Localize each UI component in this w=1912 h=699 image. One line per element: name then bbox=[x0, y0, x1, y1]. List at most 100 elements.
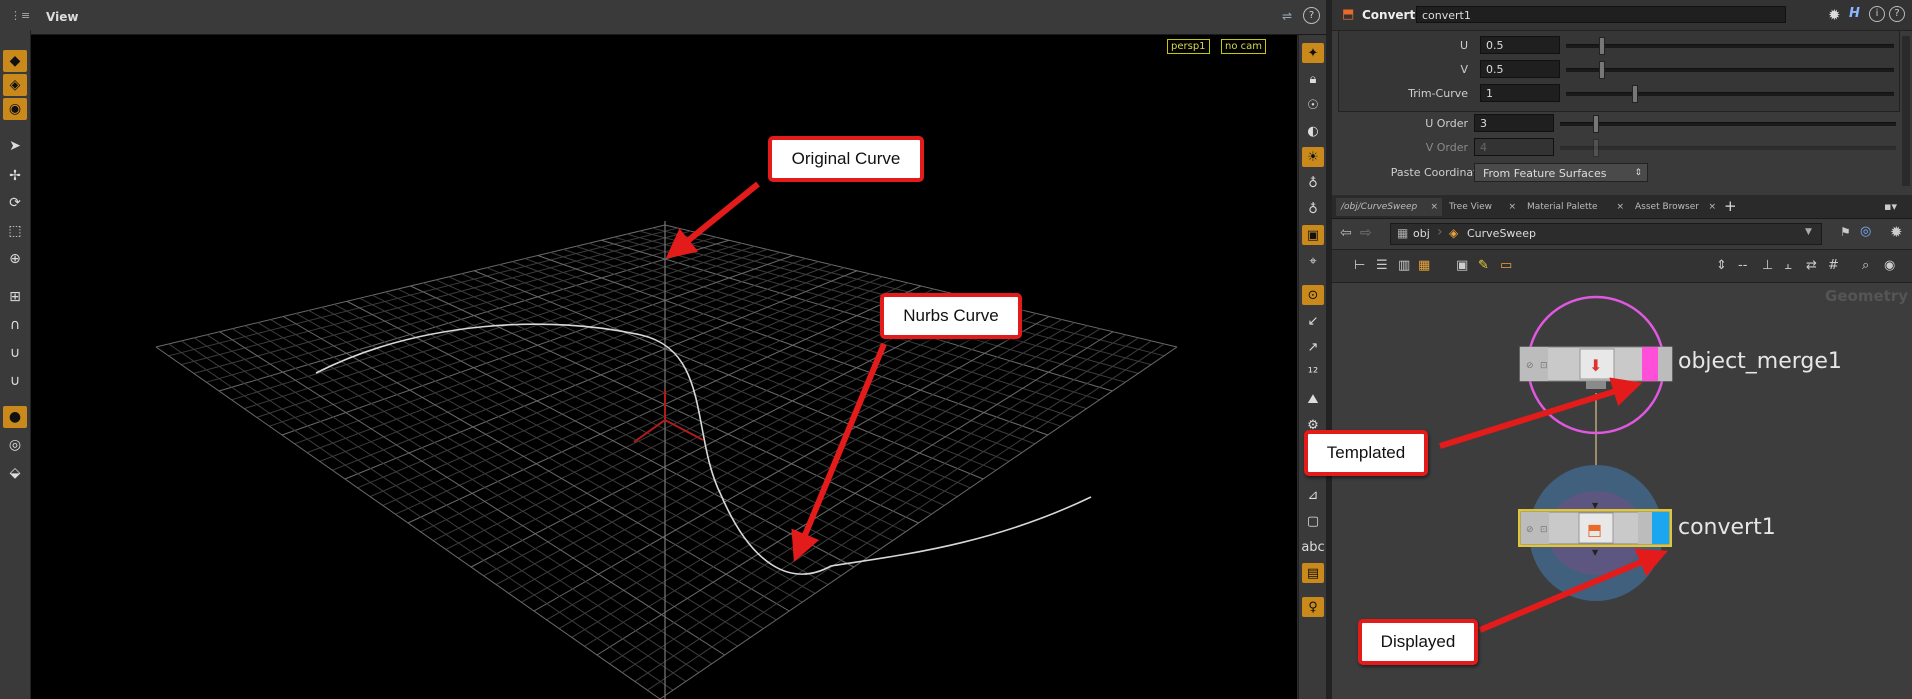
snap-point-icon[interactable]: ∪ bbox=[3, 342, 27, 364]
ghost-icon[interactable]: ☉ bbox=[1302, 95, 1324, 115]
node-name-field[interactable]: convert1 bbox=[1416, 6, 1786, 23]
tab-network[interactable]: /obj/CurveSweep × bbox=[1336, 198, 1442, 216]
pane-menu-icon[interactable]: ⋮≡ bbox=[10, 9, 30, 22]
close-icon[interactable]: × bbox=[1708, 198, 1716, 216]
display-flag[interactable] bbox=[1658, 347, 1672, 381]
tab-tree-view[interactable]: Tree View × bbox=[1444, 198, 1520, 216]
add-tab-button[interactable]: + bbox=[1724, 197, 1737, 215]
headlight-icon[interactable]: ♁ bbox=[1302, 173, 1324, 193]
light-link-icon[interactable]: ♀ bbox=[1302, 597, 1324, 617]
align-icon[interactable]: ⇕ bbox=[1716, 258, 1727, 273]
transform-icon[interactable]: ✢ bbox=[3, 165, 27, 187]
param-field-0[interactable]: 0.5 bbox=[1480, 36, 1560, 54]
info-icon[interactable]: i bbox=[1869, 6, 1885, 22]
pin-icon[interactable]: ✦ bbox=[1302, 43, 1324, 63]
view-icon[interactable]: ◉ bbox=[1884, 258, 1895, 273]
hull-icon[interactable]: ⛰ bbox=[1302, 389, 1324, 409]
forward-arrow-icon[interactable]: ⇨ bbox=[1360, 225, 1372, 241]
param-slider-knob-2[interactable] bbox=[1631, 85, 1638, 103]
tree-icon[interactable]: ⊢ bbox=[1354, 258, 1365, 273]
point-display-icon[interactable]: ⊙ bbox=[1302, 285, 1324, 305]
select-arrow-icon[interactable]: ➤ bbox=[3, 135, 27, 157]
param-field-1[interactable]: 0.5 bbox=[1480, 60, 1560, 78]
display-flag[interactable] bbox=[1652, 512, 1669, 544]
sphere-icon[interactable]: ◐ bbox=[1302, 121, 1324, 141]
node-name-convert1[interactable]: convert1 bbox=[1678, 515, 1776, 540]
wire-icon[interactable]: ⌖ bbox=[1302, 251, 1324, 271]
magnet-icon[interactable]: ∪ bbox=[3, 370, 27, 392]
pin-icon[interactable]: ⚑ bbox=[1840, 225, 1851, 239]
paste-coordinates-menu[interactable]: From Feature Surfaces ⇕ bbox=[1474, 163, 1648, 182]
close-icon[interactable]: × bbox=[1430, 198, 1438, 216]
background-icon[interactable]: ▤ bbox=[1302, 563, 1324, 583]
gear-icon[interactable]: ✹ bbox=[1890, 223, 1903, 241]
grid-icon[interactable]: ▦ bbox=[1418, 258, 1430, 273]
box-icon[interactable]: ▭ bbox=[1500, 258, 1512, 273]
grid-snap-icon[interactable]: # bbox=[1828, 258, 1839, 273]
render-icon[interactable]: ⬙ bbox=[3, 462, 27, 484]
snap-grid-icon[interactable]: ⊞ bbox=[3, 286, 27, 308]
tab-material-palette[interactable]: Material Palette × bbox=[1522, 198, 1628, 216]
image-icon[interactable]: ▣ bbox=[1456, 258, 1468, 273]
template-flag[interactable] bbox=[1642, 347, 1658, 381]
camera-icon[interactable]: ◎ bbox=[3, 434, 27, 456]
rotate-icon[interactable]: ⟳ bbox=[3, 192, 27, 214]
select-points-icon[interactable]: ◈ bbox=[3, 74, 27, 96]
abc-icon[interactable]: abc bbox=[1301, 537, 1324, 557]
dash-icon[interactable]: -- bbox=[1738, 258, 1747, 273]
gear-icon[interactable]: ✹ bbox=[1828, 6, 1841, 24]
param-slider-knob-1[interactable] bbox=[1598, 61, 1605, 79]
view-tool-icon[interactable]: ● bbox=[3, 406, 27, 428]
breadcrumb-curvesweep[interactable]: CurveSweep bbox=[1467, 227, 1536, 240]
param-slider-knob-4[interactable] bbox=[1592, 139, 1599, 157]
param-slider-knob-0[interactable] bbox=[1598, 37, 1605, 55]
handle-icon[interactable]: ⊕ bbox=[3, 248, 27, 270]
layout-icon[interactable]: ⫠ bbox=[1784, 258, 1792, 273]
template-flag[interactable] bbox=[1638, 512, 1652, 544]
lock-icon[interactable]: 🔒︎ bbox=[1302, 69, 1324, 89]
param-slider-0[interactable] bbox=[1566, 44, 1894, 48]
param-field-4[interactable]: 4 bbox=[1474, 138, 1554, 156]
param-slider-3[interactable] bbox=[1560, 122, 1896, 126]
link-icon[interactable]: ◎ bbox=[1860, 224, 1871, 239]
close-icon[interactable]: × bbox=[1616, 198, 1624, 216]
list-icon[interactable]: ☰ bbox=[1376, 258, 1388, 273]
select-primitives-icon[interactable]: ◉ bbox=[3, 98, 27, 120]
help-icon[interactable]: ? bbox=[1889, 6, 1905, 22]
normal-icon[interactable]: ↙ bbox=[1302, 311, 1324, 331]
3d-viewport[interactable]: persp1 no cam bbox=[31, 35, 1297, 699]
search-icon[interactable]: ⌕ bbox=[1862, 258, 1869, 273]
pane-menu-icon[interactable]: ▪▾ bbox=[1884, 200, 1897, 213]
face-icon[interactable]: ▢ bbox=[1302, 511, 1324, 531]
chevron-down-icon[interactable]: ▼ bbox=[1805, 227, 1812, 237]
branch-icon[interactable]: ⊥ bbox=[1762, 258, 1773, 273]
number-icon[interactable]: ¹² bbox=[1302, 363, 1324, 383]
select-geometry-icon[interactable]: ◆ bbox=[3, 50, 27, 72]
note-icon[interactable]: ✎ bbox=[1478, 258, 1489, 273]
param-slider-2[interactable] bbox=[1566, 92, 1894, 96]
scene-icon[interactable]: ▣ bbox=[1302, 225, 1324, 245]
param-slider-knob-3[interactable] bbox=[1592, 115, 1599, 133]
thumbnail-icon[interactable]: ▥ bbox=[1398, 258, 1410, 273]
tab-asset-browser[interactable]: Asset Browser × bbox=[1630, 198, 1720, 216]
param-field-2[interactable]: 1 bbox=[1480, 84, 1560, 102]
light-icon[interactable]: ☀ bbox=[1302, 147, 1324, 167]
hip-help-icon[interactable]: H bbox=[1849, 6, 1860, 21]
node-name-object-merge1[interactable]: object_merge1 bbox=[1678, 349, 1842, 374]
param-slider-4[interactable] bbox=[1560, 146, 1896, 150]
display-options-icon[interactable]: ⇌ bbox=[1282, 9, 1292, 23]
param-scrollbar[interactable] bbox=[1902, 36, 1910, 186]
node-object-merge1[interactable]: ⊘ ⊡ ⬇ bbox=[1519, 346, 1673, 389]
param-slider-1[interactable] bbox=[1566, 68, 1894, 72]
param-field-3[interactable]: 3 bbox=[1474, 114, 1554, 132]
uv-icon[interactable]: ⊿ bbox=[1302, 485, 1324, 505]
snap-curve-icon[interactable]: ∩ bbox=[3, 314, 27, 336]
back-arrow-icon[interactable]: ⇦ bbox=[1340, 225, 1352, 241]
scale-icon[interactable]: ⬚ bbox=[3, 220, 27, 242]
vector-icon[interactable]: ↗ bbox=[1302, 337, 1324, 357]
breadcrumb-obj[interactable]: obj bbox=[1413, 227, 1430, 240]
help-icon[interactable]: ? bbox=[1303, 7, 1320, 24]
stack-icon[interactable]: ⇄ bbox=[1806, 258, 1817, 273]
shadow-icon[interactable]: ♁ bbox=[1302, 199, 1324, 219]
close-icon[interactable]: × bbox=[1508, 198, 1516, 216]
